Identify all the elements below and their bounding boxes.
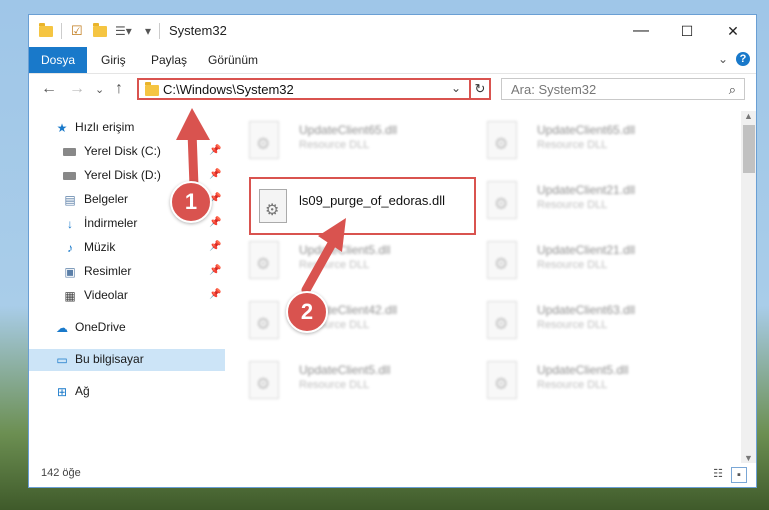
forward-arrow-icon[interactable]: → [69, 80, 85, 98]
window-title: System32 [169, 23, 227, 38]
pin-icon: 📌 [209, 169, 222, 180]
pin-icon: 📌 [209, 241, 222, 252]
file-tile[interactable]: UpdateClient65.dll Resource DLL [467, 117, 687, 167]
video-icon: ▦ [64, 289, 76, 303]
sidebar-item-music[interactable]: ♪ Müzik 📌 [29, 237, 225, 259]
customize-icon[interactable]: ☰▾ [115, 23, 132, 39]
step-1-badge: 1 [170, 181, 212, 223]
title-bar: ☑ ☰▾ ▾ System32 — ☐ ✕ [29, 15, 756, 47]
music-icon: ♪ [67, 241, 73, 255]
file-tile[interactable]: UpdateClient5.dll Resource DLL [467, 357, 687, 407]
pin-icon: 📌 [209, 217, 222, 228]
drive-icon [63, 169, 77, 183]
up-arrow-icon[interactable]: ↑ [115, 80, 123, 98]
dll-file-icon [249, 241, 279, 279]
tab-view[interactable]: Görünüm [208, 47, 258, 73]
scroll-thumb[interactable] [743, 125, 755, 173]
scroll-up-icon[interactable]: ▲ [744, 111, 753, 121]
cloud-icon: ☁ [56, 321, 68, 335]
status-bar: 142 öğe ☷ ▪ [29, 463, 756, 487]
explorer-window: ☑ ☰▾ ▾ System32 — ☐ ✕ Dosya Giriş Paylaş… [28, 14, 757, 488]
vertical-scrollbar[interactable]: ▲ ▼ [741, 111, 756, 463]
dll-file-icon [487, 301, 517, 339]
step-2-badge: 2 [286, 291, 328, 333]
properties-icon[interactable]: ☑ [71, 23, 87, 39]
file-tile[interactable]: UpdateClient65.dll Resource DLL [229, 117, 449, 167]
dll-file-icon [487, 121, 517, 159]
file-tile[interactable]: UpdateClient42.dll Resource DLL [229, 297, 449, 347]
highlighted-file-name: ls09_purge_of_edoras.dll [299, 193, 445, 208]
sidebar-item-disk-c[interactable]: Yerel Disk (C:) 📌 [29, 141, 225, 163]
file-tile[interactable]: UpdateClient5.dll Resource DLL [229, 357, 449, 407]
close-button[interactable]: ✕ [710, 15, 756, 47]
highlighted-file[interactable]: ls09_purge_of_edoras.dll [249, 177, 476, 235]
large-icons-view-icon[interactable]: ▪ [731, 467, 747, 483]
maximize-button[interactable]: ☐ [664, 15, 710, 47]
dll-file-icon [249, 121, 279, 159]
expand-ribbon-icon[interactable]: ⌄ [718, 52, 728, 66]
file-tile[interactable]: UpdateClient5.dll Resource DLL [229, 237, 449, 287]
computer-icon: ▭ [56, 353, 68, 367]
help-icon[interactable]: ? [736, 52, 750, 66]
pictures-icon: ▣ [64, 265, 76, 279]
file-list: UpdateClient65.dll Resource DLL UpdateCl… [229, 111, 741, 463]
dll-file-icon [487, 241, 517, 279]
sidebar-item-onedrive[interactable]: ☁ OneDrive [29, 317, 225, 339]
tab-home[interactable]: Giriş [101, 47, 126, 73]
search-input[interactable]: Ara: System32 ⌕ [501, 78, 745, 100]
ribbon: Dosya Giriş Paylaş Görünüm ⌄ ? [29, 47, 756, 74]
tab-share[interactable]: Paylaş [151, 47, 187, 73]
navigation-bar: ← → ⌄ ↑ C:\Windows\System32 ⌄ ↻ Ara: Sys… [29, 73, 756, 107]
folder-icon [39, 23, 55, 39]
download-icon: ↓ [67, 217, 73, 231]
documents-icon: ▤ [64, 193, 76, 207]
network-icon: ⊞ [56, 385, 68, 399]
sidebar-item-this-pc[interactable]: ▭ Bu bilgisayar [29, 349, 225, 371]
pin-icon: 📌 [209, 145, 222, 156]
address-path: C:\Windows\System32 [163, 82, 294, 97]
scroll-down-icon[interactable]: ▼ [744, 453, 753, 463]
file-tile[interactable]: UpdateClient63.dll Resource DLL [467, 297, 687, 347]
pin-icon: 📌 [209, 289, 222, 300]
search-placeholder: Ara: System32 [511, 82, 597, 97]
address-dropdown-icon[interactable]: ⌄ [451, 81, 461, 95]
folder-icon [145, 82, 159, 96]
pin-icon: 📌 [209, 265, 222, 276]
new-folder-icon[interactable] [93, 23, 109, 39]
tab-file[interactable]: Dosya [29, 47, 88, 73]
back-arrow-icon[interactable]: ← [41, 80, 57, 98]
dll-file-icon [259, 189, 287, 223]
file-tile[interactable]: UpdateClient21.dll Resource DLL [467, 237, 687, 287]
address-bar[interactable]: C:\Windows\System32 ⌄ [137, 78, 489, 100]
sidebar-item-videos[interactable]: ▦ Videolar 📌 [29, 285, 225, 307]
star-icon: ★ [56, 121, 68, 135]
dll-file-icon [249, 361, 279, 399]
dll-file-icon [487, 361, 517, 399]
sidebar-item-network[interactable]: ⊞ Ağ [29, 381, 225, 403]
navigation-pane: ★ Hızlı erişim Yerel Disk (C:) 📌 Yerel D… [29, 111, 227, 463]
details-view-icon[interactable]: ☷ [711, 467, 725, 481]
recent-locations-icon[interactable]: ⌄ [95, 83, 104, 96]
file-tile[interactable]: UpdateClient21.dll Resource DLL [467, 177, 687, 227]
item-count: 142 öğe [41, 467, 81, 479]
dll-file-icon [487, 181, 517, 219]
minimize-button[interactable]: — [618, 15, 664, 47]
refresh-icon[interactable]: ↻ [469, 78, 491, 100]
drive-icon [63, 145, 77, 159]
dll-file-icon [249, 301, 279, 339]
search-icon: ⌕ [728, 82, 736, 97]
sidebar-item-quick-access[interactable]: ★ Hızlı erişim [29, 117, 225, 139]
sidebar-item-pictures[interactable]: ▣ Resimler 📌 [29, 261, 225, 283]
